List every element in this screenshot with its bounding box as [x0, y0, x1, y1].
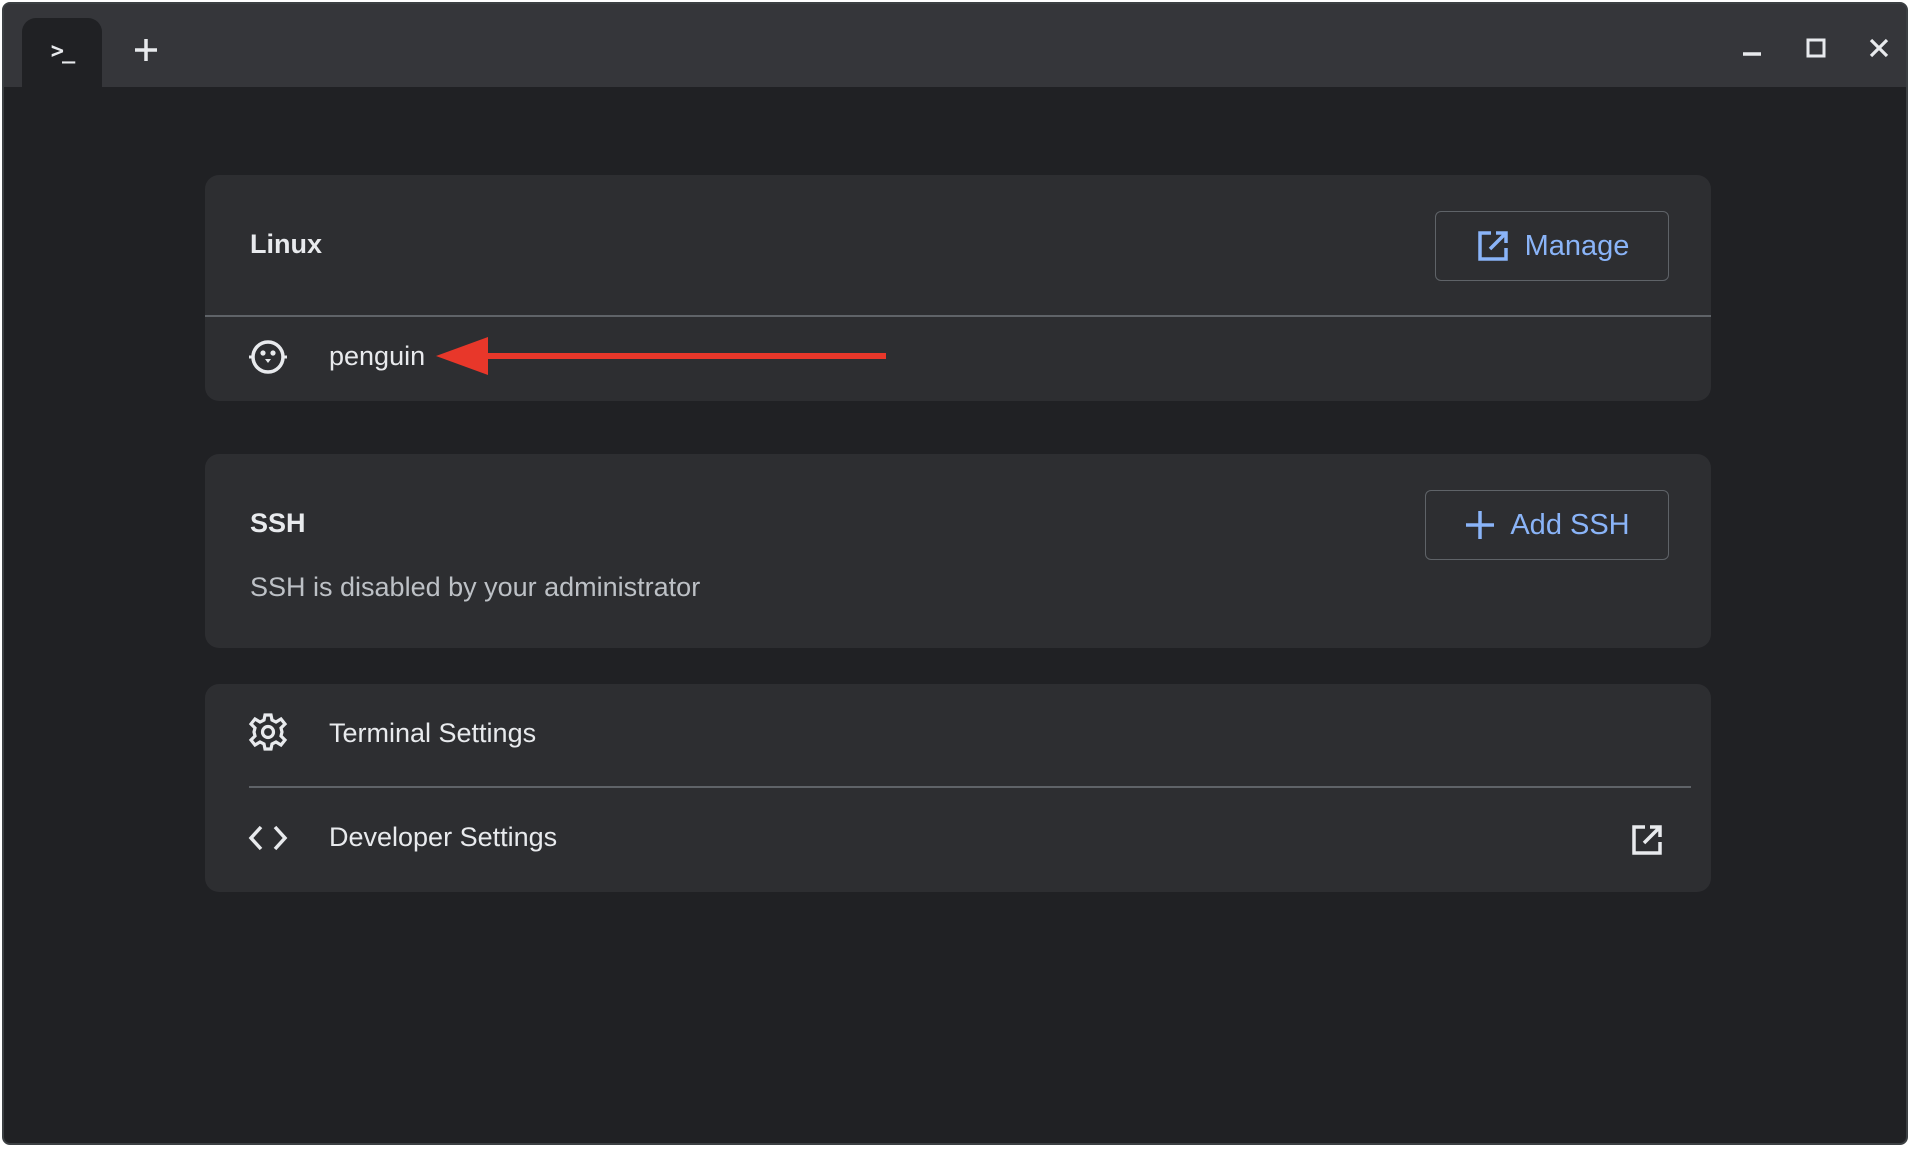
developer-settings-item[interactable]: Developer Settings	[205, 788, 1711, 892]
title-bar: >_	[4, 4, 1906, 90]
terminal-home-tab[interactable]: >_	[22, 18, 102, 90]
maximize-button[interactable]	[1794, 28, 1838, 68]
settings-card: Terminal Settings Developer Settings	[205, 684, 1711, 892]
container-item-penguin[interactable]: penguin	[205, 317, 1711, 401]
gear-icon	[248, 712, 288, 752]
new-tab-button[interactable]	[126, 30, 166, 70]
linux-card: Linux Manage penguin	[205, 175, 1711, 401]
minimize-icon	[1743, 52, 1761, 56]
maximize-icon	[1806, 38, 1826, 58]
developer-settings-label: Developer Settings	[329, 822, 558, 852]
open-external-icon	[1627, 820, 1667, 860]
terminal-prompt-icon: >_	[50, 38, 75, 64]
terminal-window: >_ Linux Manage penguin SSH Add SSH SSH …	[2, 2, 1908, 1145]
ssh-card: SSH Add SSH SSH is disabled by your admi…	[205, 454, 1711, 648]
plus-icon	[135, 39, 157, 61]
penguin-icon	[248, 337, 288, 377]
open-external-icon	[1477, 231, 1508, 261]
plus-icon	[1466, 511, 1495, 539]
code-brackets-icon	[248, 818, 288, 858]
ssh-status-text: SSH is disabled by your administrator	[250, 572, 701, 602]
close-button[interactable]	[1857, 28, 1901, 68]
home-content: Linux Manage penguin SSH Add SSH SSH is …	[4, 87, 1906, 1143]
container-name: penguin	[329, 341, 426, 371]
terminal-settings-item[interactable]: Terminal Settings	[205, 684, 1711, 786]
linux-section-title: Linux	[250, 229, 322, 259]
add-ssh-button[interactable]: Add SSH	[1425, 490, 1669, 560]
terminal-settings-label: Terminal Settings	[329, 718, 537, 748]
close-icon	[1869, 38, 1889, 58]
add-ssh-button-label: Add SSH	[1510, 508, 1630, 541]
manage-button-label: Manage	[1524, 229, 1630, 262]
minimize-button[interactable]	[1730, 28, 1774, 68]
manage-button[interactable]: Manage	[1435, 211, 1669, 281]
ssh-section-title: SSH	[250, 508, 306, 538]
